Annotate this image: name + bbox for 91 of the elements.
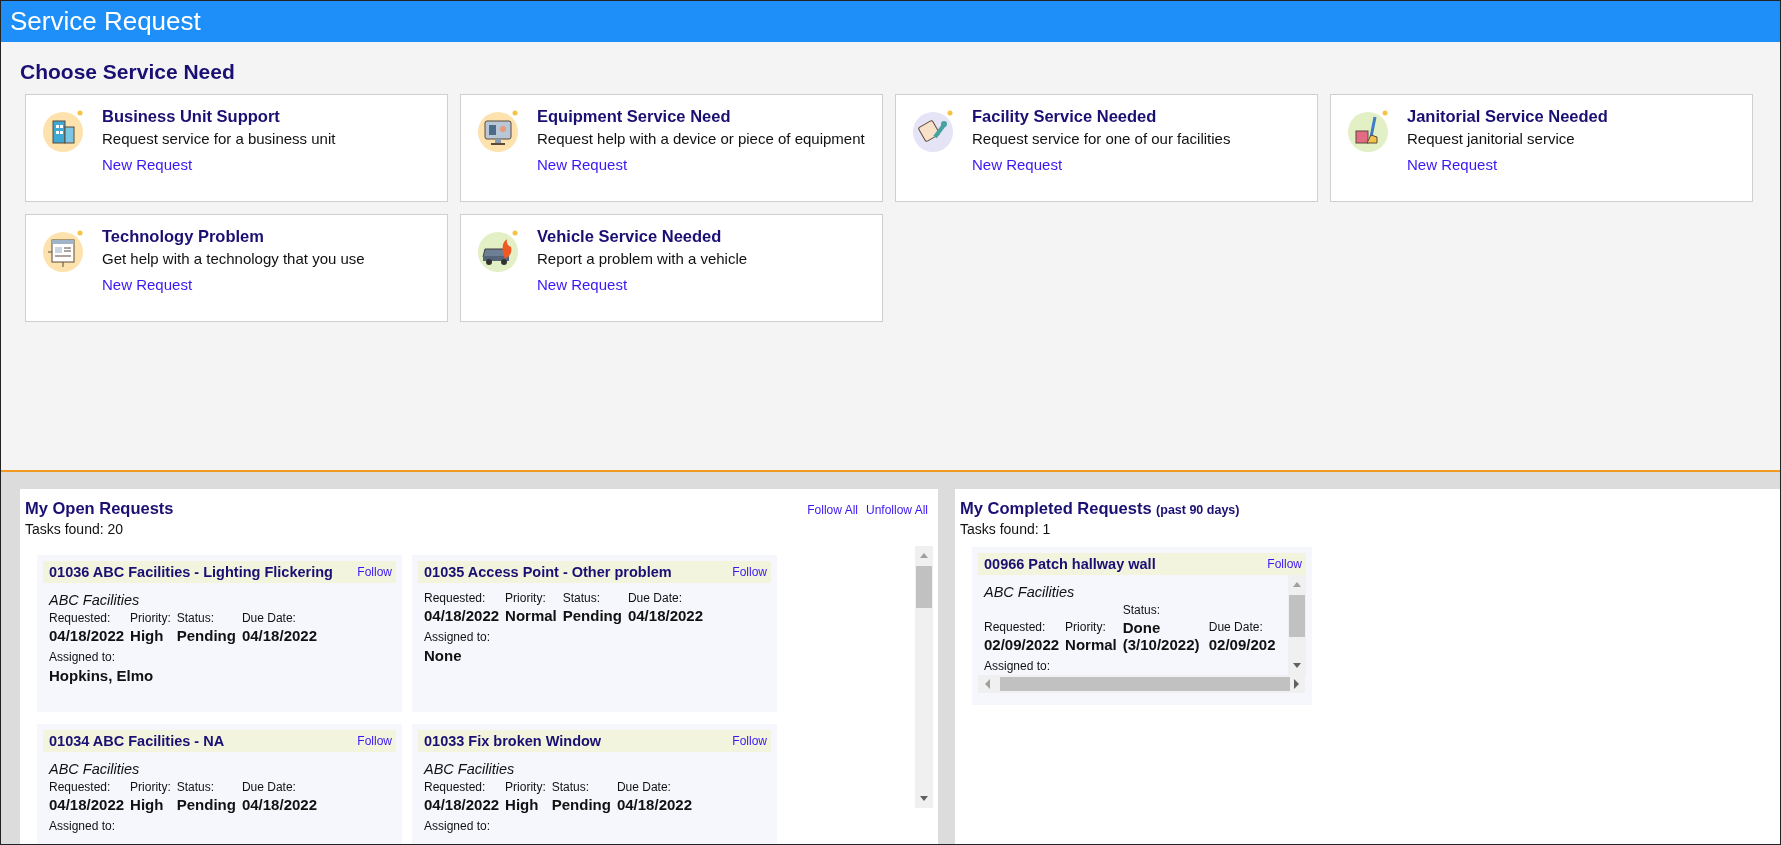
field-label: Due Date: — [1208, 620, 1264, 634]
field-value: 04/18/2022 — [49, 627, 125, 644]
field-value: 04/18/2022 — [241, 796, 317, 813]
request-title: 00966 Patch hallway wall — [984, 556, 1156, 572]
field-value: Pending — [176, 627, 236, 644]
tasks-count: Tasks found: 1 — [960, 521, 1052, 537]
field-label: Priority: — [505, 780, 546, 794]
follow-toggle-link[interactable]: Unfollow All — [865, 503, 928, 517]
field-label: Due Date: — [241, 611, 297, 625]
business-unit: ABC Facilities — [424, 761, 516, 777]
field-label: Requested: — [424, 780, 487, 794]
horizontal-scrollbar[interactable] — [978, 675, 1305, 693]
assignee-name: Hopkins, Elmo — [49, 667, 155, 684]
assigned-label: Assigned to: — [424, 819, 492, 833]
field-label: Due Date: — [627, 591, 683, 605]
service-description: Get help with a technology that you use — [102, 250, 365, 267]
follow-link[interactable]: Follow — [732, 565, 767, 579]
field-label: Requested: — [424, 591, 487, 605]
field-label: Status: — [551, 780, 591, 794]
follow-link[interactable]: Follow — [732, 734, 767, 748]
field-value: 04/18/2022 — [627, 607, 703, 624]
request-title: 01036 ABC Facilities - Lighting Flickering — [49, 564, 333, 580]
follow-link[interactable]: Follow — [357, 565, 392, 579]
assigned-label: Assigned to: — [424, 630, 492, 644]
service-description: Report a problem with a vehicle — [537, 250, 748, 267]
new-request-link[interactable]: New Request — [972, 156, 1063, 173]
service-description: Request service for a business unit — [102, 130, 336, 147]
new-request-link[interactable]: New Request — [537, 276, 628, 293]
new-request-link[interactable]: New Request — [1407, 156, 1498, 173]
service-title: Vehicle Service Needed — [537, 227, 723, 246]
business-unit: ABC Facilities — [49, 592, 141, 608]
service-title: Janitorial Service Needed — [1407, 107, 1608, 126]
follow-link[interactable]: Follow — [1267, 557, 1302, 571]
service-title: Technology Problem — [102, 227, 265, 246]
field-value: Pending — [562, 607, 622, 624]
new-request-link[interactable]: New Request — [102, 276, 193, 293]
field-value: 04/18/2022 — [424, 796, 500, 813]
field-label: Priority: — [505, 591, 547, 605]
new-request-link[interactable]: New Request — [102, 156, 193, 173]
assignee-name: None — [424, 647, 463, 664]
field-value: Pending — [551, 796, 611, 813]
business-unit: ABC Facilities — [49, 761, 141, 777]
field-value: Normal — [505, 607, 557, 624]
follow-toggle-link[interactable]: Follow All — [807, 503, 858, 517]
panel-title: My Open Requests — [25, 499, 174, 518]
field-label: Due Date: — [616, 780, 672, 794]
field-label: Status: — [1122, 603, 1162, 617]
request-title: 01034 ABC Facilities - NA — [49, 733, 225, 749]
new-request-link[interactable]: New Request — [537, 156, 628, 173]
request-title: 01035 Access Point - Other problem — [424, 564, 672, 580]
field-label: Requested: — [984, 620, 1047, 634]
assigned-label: Assigned to: — [49, 650, 117, 664]
field-label: Status: — [176, 611, 216, 625]
field-value: 02/09/2022 — [984, 636, 1060, 653]
service-title: Business Unit Support — [102, 107, 281, 126]
field-label: Priority: — [130, 611, 171, 625]
service-description: Request help with a device or piece of equipment — [537, 130, 865, 147]
field-value: 02/09/202 — [1208, 636, 1276, 653]
field-value: Pending — [176, 796, 236, 813]
section-heading: Choose Service Need — [20, 60, 236, 84]
service-title: Equipment Service Need — [537, 107, 732, 126]
field-label: Requested: — [49, 611, 112, 625]
assigned-label: Assigned to: — [984, 659, 1052, 673]
field-label: Requested: — [49, 780, 112, 794]
scrollbar[interactable] — [915, 546, 933, 808]
request-title: 01033 Fix broken Window — [424, 733, 602, 749]
field-value: 04/18/2022 — [241, 627, 317, 644]
field-label: Status: — [176, 780, 216, 794]
assigned-label: Assigned to: — [49, 819, 117, 833]
panel-title: My Completed Requests — [960, 499, 1152, 517]
tasks-count: Tasks found: 20 — [25, 521, 125, 537]
panel-title-note: (past 90 days) — [1156, 503, 1240, 517]
field-label: Priority: — [130, 780, 171, 794]
field-label: Due Date: — [241, 780, 297, 794]
service-title: Facility Service Needed — [972, 107, 1158, 126]
service-description: Request service for one of our facilities — [972, 130, 1231, 147]
field-value: High — [130, 627, 165, 644]
field-value: 04/18/2022 — [616, 796, 692, 813]
field-label: Priority: — [1065, 620, 1107, 634]
field-value: High — [130, 796, 165, 813]
field-value: High — [505, 796, 540, 813]
service-description: Request janitorial service — [1407, 130, 1576, 147]
business-unit: ABC Facilities — [984, 584, 1076, 600]
field-value: 04/18/2022 — [49, 796, 125, 813]
field-value: Done (3/10/2022) — [1122, 619, 1201, 653]
field-label: Status: — [562, 591, 602, 605]
field-value: Normal — [1065, 636, 1117, 653]
follow-link[interactable]: Follow — [357, 734, 392, 748]
field-value: 04/18/2022 — [424, 607, 500, 624]
window-title: Service Request — [10, 6, 201, 37]
scrollbar[interactable] — [1288, 575, 1306, 675]
